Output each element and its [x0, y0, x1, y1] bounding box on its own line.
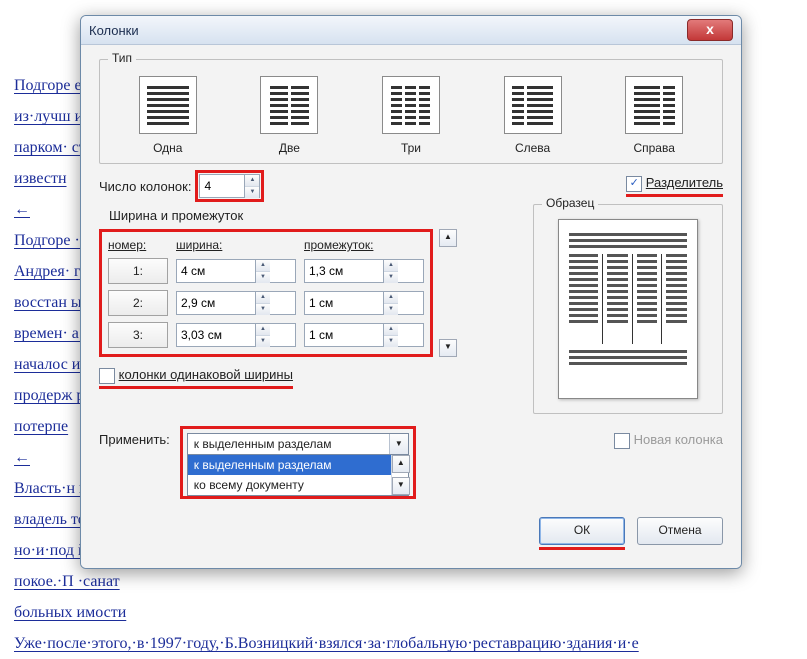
type-group: Тип Одна Две — [99, 59, 723, 164]
row-num-2: 2: — [108, 290, 168, 316]
equal-width-label: колонки одинаковой ширины — [119, 367, 293, 382]
width-spacing-label: Ширина и промежуток — [109, 208, 511, 223]
type-left[interactable]: Слева — [477, 76, 589, 155]
type-right[interactable]: Справа — [598, 76, 710, 155]
num-columns-spinner[interactable]: ▲▼ — [199, 174, 260, 198]
equal-width-checkbox[interactable] — [99, 368, 115, 384]
width-2-spinner[interactable]: ▲▼ — [176, 291, 296, 315]
apply-to-select[interactable]: к выделенным разделам ▼ — [187, 433, 409, 455]
columns-left-icon — [504, 76, 562, 134]
spin-up-icon[interactable]: ▲ — [245, 175, 259, 187]
separator-checkbox[interactable]: ✓ — [626, 176, 642, 192]
spacing-2-spinner[interactable]: ▲▼ — [304, 291, 424, 315]
separator-label: Разделитель — [646, 175, 723, 190]
rows-scrollbar[interactable]: ▲ ▼ — [439, 229, 455, 357]
spin-down-icon[interactable]: ▼ — [245, 187, 259, 198]
apply-option-whole-document[interactable]: ко всему документу — [188, 475, 391, 495]
width-spacing-table: номер: ширина: промежуток: 1: ▲▼ ▲▼ 2: ▲… — [99, 229, 433, 357]
sample-preview — [558, 219, 698, 399]
spacing-1-spinner[interactable]: ▲▼ — [304, 259, 424, 283]
apply-option-selected-sections[interactable]: к выделенным разделам — [188, 455, 391, 475]
row-num-3: 3: — [108, 322, 168, 348]
scroll-down-icon[interactable]: ▼ — [439, 339, 457, 357]
type-three[interactable]: Три — [355, 76, 467, 155]
width-3-spinner[interactable]: ▲▼ — [176, 323, 296, 347]
type-one[interactable]: Одна — [112, 76, 224, 155]
width-1-spinner[interactable]: ▲▼ — [176, 259, 296, 283]
num-columns-label: Число колонок: — [99, 179, 191, 194]
apply-to-label: Применить: — [99, 426, 170, 447]
columns-dialog: Колонки x Тип Одна — [80, 15, 742, 569]
new-column-label: Новая колонка — [634, 432, 723, 447]
columns-one-icon — [139, 76, 197, 134]
columns-right-icon — [625, 76, 683, 134]
type-group-label: Тип — [108, 51, 136, 65]
dropdown-scrollbar[interactable]: ▲ ▼ — [391, 455, 408, 495]
apply-to-dropdown: к выделенным разделам ко всему документу… — [187, 455, 409, 496]
spacing-3-spinner[interactable]: ▲▼ — [304, 323, 424, 347]
row-num-1: 1: — [108, 258, 168, 284]
close-button[interactable]: x — [687, 19, 733, 41]
cancel-button[interactable]: Отмена — [637, 517, 723, 545]
columns-three-icon — [382, 76, 440, 134]
type-two[interactable]: Две — [234, 76, 346, 155]
titlebar[interactable]: Колонки x — [81, 16, 741, 45]
dropdown-arrow-icon[interactable]: ▼ — [389, 434, 408, 454]
scroll-up-icon[interactable]: ▲ — [439, 229, 457, 247]
dialog-title: Колонки — [89, 23, 139, 38]
new-column-checkbox — [614, 433, 630, 449]
ok-button[interactable]: ОК — [539, 517, 625, 545]
sample-group: Образец — [533, 204, 723, 414]
columns-two-icon — [260, 76, 318, 134]
